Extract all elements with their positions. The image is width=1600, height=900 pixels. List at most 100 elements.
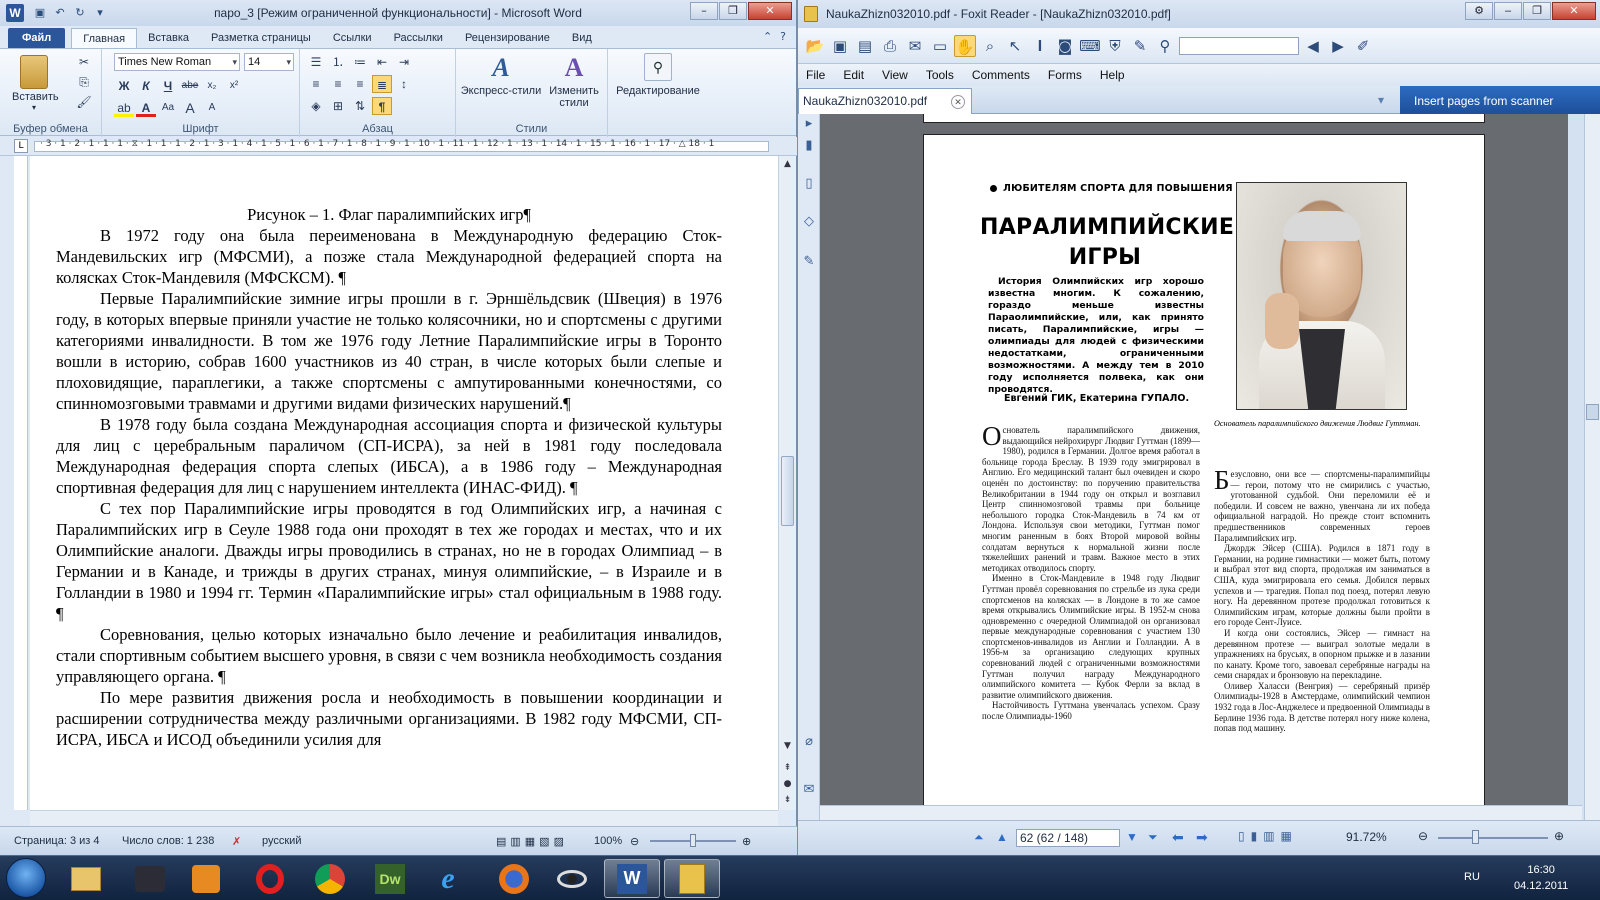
email-icon[interactable]: ✉ bbox=[904, 35, 926, 57]
restore-button[interactable]: ❐ bbox=[719, 2, 747, 20]
foxit-options-icon[interactable]: ⚙ bbox=[1465, 2, 1493, 20]
font-color-icon[interactable]: A bbox=[136, 99, 156, 117]
media-player-taskbar-icon[interactable] bbox=[178, 859, 234, 898]
show-formatting-icon[interactable]: ¶ bbox=[372, 97, 392, 115]
zoom-tool-icon[interactable]: ⌕ bbox=[979, 35, 1001, 57]
tab-review[interactable]: Рецензирование bbox=[454, 28, 561, 48]
status-page[interactable]: Страница: 3 из 4 bbox=[14, 835, 100, 847]
quick-styles-button[interactable]: A Экспресс-стили bbox=[460, 53, 542, 97]
save-icon[interactable]: ▣ bbox=[829, 35, 851, 57]
foxit-minimize-button[interactable]: – bbox=[1494, 2, 1522, 20]
zoom-out-icon[interactable]: ⊖ bbox=[1418, 829, 1428, 843]
menu-view[interactable]: View bbox=[882, 68, 908, 82]
document-area[interactable]: Рисунок – 1. Флаг паралимпийских игр¶ В … bbox=[30, 156, 778, 810]
shading-icon[interactable]: ◈ bbox=[306, 97, 326, 115]
foxit-close-button[interactable]: ✕ bbox=[1552, 2, 1596, 20]
foxit-app-icon[interactable] bbox=[804, 6, 818, 22]
scroll-thumb[interactable] bbox=[781, 456, 794, 526]
highlight-tool-icon[interactable]: ✐ bbox=[1352, 35, 1374, 57]
menu-help[interactable]: Help bbox=[1100, 68, 1125, 82]
pdf-document-tab[interactable]: NaukaZhizn032010.pdf ✕ bbox=[798, 88, 972, 114]
word-horizontal-scrollbar[interactable] bbox=[30, 810, 778, 826]
page-layout-icons[interactable]: ▯▮▥▦ bbox=[1238, 829, 1298, 843]
font-name-combo[interactable]: Times New Roman bbox=[114, 53, 240, 71]
zoom-in-icon[interactable]: ⊕ bbox=[1554, 829, 1564, 843]
find-icon[interactable]: ⚲ bbox=[1154, 35, 1176, 57]
scroll-down-arrow[interactable]: ▼ bbox=[779, 738, 796, 754]
page-number-input[interactable]: 62 (62 / 148) bbox=[1016, 829, 1120, 847]
last-page-icon[interactable]: ⏷ bbox=[1148, 830, 1158, 845]
align-right-icon[interactable]: ≡ bbox=[350, 75, 370, 93]
collapse-panel-icon[interactable]: ▸ bbox=[800, 116, 818, 136]
open-icon[interactable]: 📂 bbox=[804, 35, 826, 57]
tab-mailings[interactable]: Рассылки bbox=[383, 28, 454, 48]
foxit-horizontal-scrollbar[interactable] bbox=[820, 805, 1582, 820]
browse-object-icon[interactable]: ● bbox=[779, 776, 796, 792]
pdf-viewport[interactable]: ЛЮБИТЕЛЯМ СПОРТА ДЛЯ ПОВЫШЕНИЯ ЭРУДИЦИИ … bbox=[820, 114, 1568, 820]
find-prev-icon[interactable]: ◀ bbox=[1302, 35, 1324, 57]
status-word-count[interactable]: Число слов: 1 238 bbox=[122, 835, 214, 847]
kmplayer-taskbar-icon[interactable] bbox=[122, 859, 178, 898]
tab-selector[interactable]: L bbox=[14, 139, 28, 153]
rms-icon[interactable]: ⛨ bbox=[1104, 35, 1126, 57]
zoom-level[interactable]: 91.72% bbox=[1346, 830, 1387, 844]
tab-page-layout[interactable]: Разметка страницы bbox=[200, 28, 322, 48]
fullscreen-icon[interactable]: ▭ bbox=[929, 35, 951, 57]
tab-references[interactable]: Ссылки bbox=[322, 28, 383, 48]
justify-icon[interactable]: ≣ bbox=[372, 75, 392, 93]
shrink-font-icon[interactable]: A bbox=[202, 99, 222, 117]
borders-icon[interactable]: ⊞ bbox=[328, 97, 348, 115]
editing-button[interactable]: ⚲ Редактирование bbox=[612, 53, 704, 97]
menu-file[interactable]: File bbox=[806, 68, 825, 82]
internet-explorer-taskbar-icon[interactable]: e bbox=[420, 859, 476, 898]
collapse-ribbon-icon[interactable]: ⌃ bbox=[763, 30, 772, 43]
tab-home[interactable]: Главная bbox=[71, 28, 138, 48]
font-size-combo[interactable]: 14 bbox=[244, 53, 294, 71]
hand-tool-icon[interactable]: ✋ bbox=[954, 34, 976, 57]
go-forward-icon[interactable]: ➡ bbox=[1196, 829, 1208, 846]
find-input[interactable] bbox=[1179, 36, 1299, 55]
cut-icon[interactable]: ✂ bbox=[74, 53, 94, 71]
next-page-icon[interactable]: ⇟ bbox=[779, 792, 796, 808]
comments-panel-icon[interactable]: ✎ bbox=[800, 254, 818, 274]
tab-file[interactable]: Файл bbox=[8, 28, 66, 48]
layers-icon[interactable]: ◇ bbox=[800, 214, 818, 234]
menu-edit[interactable]: Edit bbox=[843, 68, 864, 82]
find-next-icon[interactable]: ▶ bbox=[1327, 35, 1349, 57]
first-page-icon[interactable]: ⏶ bbox=[974, 830, 984, 845]
firefox-taskbar-icon[interactable] bbox=[486, 859, 542, 898]
snapshot-icon[interactable]: ◙ bbox=[1054, 35, 1076, 57]
foxit-scroll-thumb[interactable] bbox=[1586, 404, 1599, 420]
scroll-up-arrow[interactable]: ▲ bbox=[779, 156, 796, 172]
prev-page-icon[interactable]: ▲ bbox=[996, 830, 1008, 844]
insert-pages-banner[interactable]: ▾ Insert pages from scanner bbox=[1378, 86, 1600, 114]
bold-icon[interactable]: Ж bbox=[114, 77, 134, 95]
close-tab-icon[interactable]: ✕ bbox=[951, 95, 965, 109]
zoom-in-icon[interactable]: ⊕ bbox=[742, 835, 751, 848]
zoom-slider-thumb[interactable] bbox=[690, 834, 696, 847]
typewriter-icon[interactable]: ⌨ bbox=[1079, 35, 1101, 57]
attachments-icon[interactable]: ⌀ bbox=[800, 734, 818, 754]
tab-insert[interactable]: Вставка bbox=[137, 28, 200, 48]
redo-icon[interactable]: ↻ bbox=[72, 5, 88, 21]
close-button[interactable]: ✕ bbox=[748, 2, 792, 20]
line-spacing-icon[interactable]: ↕ bbox=[394, 75, 414, 93]
format-painter-icon[interactable]: 🖌 bbox=[74, 93, 94, 111]
sign-icon[interactable]: ✎ bbox=[1129, 35, 1151, 57]
decrease-indent-icon[interactable]: ⇤ bbox=[372, 53, 392, 71]
foxit-zoom-thumb[interactable] bbox=[1472, 830, 1479, 844]
menu-tools[interactable]: Tools bbox=[926, 68, 954, 82]
align-center-icon[interactable]: ≡ bbox=[328, 75, 348, 93]
zoom-level[interactable]: 100% bbox=[594, 835, 622, 847]
bullets-icon[interactable]: ☰ bbox=[306, 53, 326, 71]
notes-icon[interactable]: ✉ bbox=[800, 782, 818, 802]
grow-font-icon[interactable]: A bbox=[180, 99, 200, 117]
prev-page-icon[interactable]: ⇞ bbox=[779, 760, 796, 776]
underline-icon[interactable]: Ч bbox=[158, 77, 178, 95]
strikethrough-icon[interactable]: abe bbox=[180, 77, 200, 95]
foxit-restore-button[interactable]: ❐ bbox=[1523, 2, 1551, 20]
pages-icon[interactable]: ▯ bbox=[800, 176, 818, 196]
menu-comments[interactable]: Comments bbox=[972, 68, 1030, 82]
copy-icon[interactable]: ⎘ bbox=[74, 73, 94, 91]
foxit-vertical-scrollbar[interactable] bbox=[1584, 114, 1600, 820]
